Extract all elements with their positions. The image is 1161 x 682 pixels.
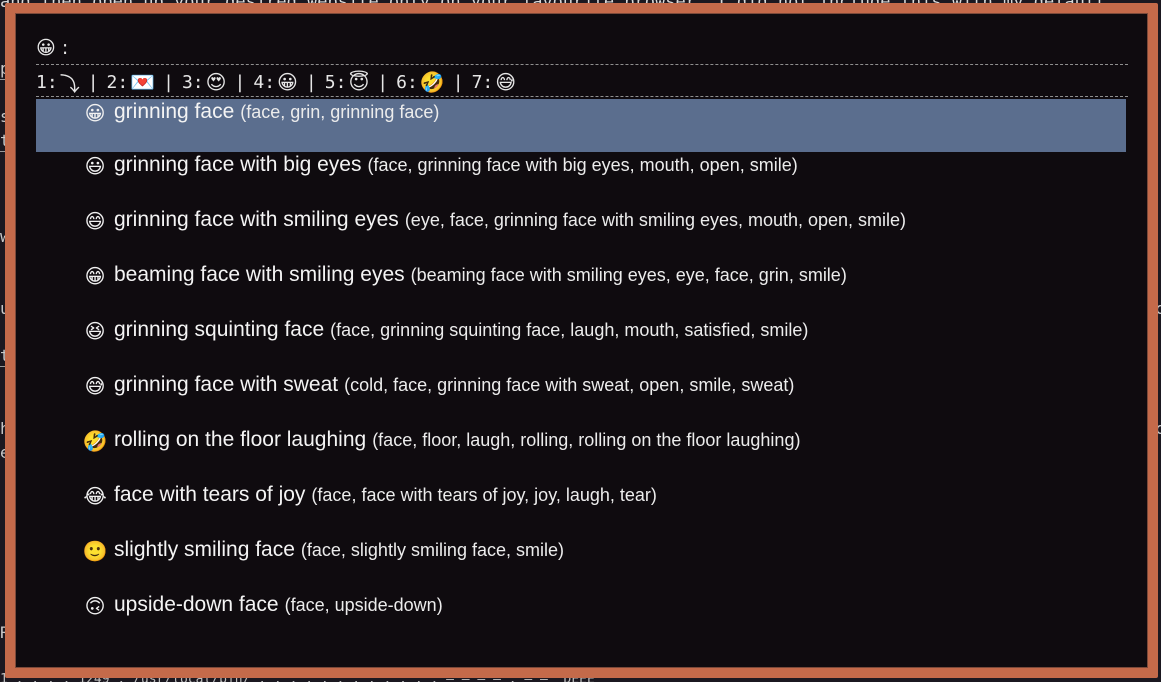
emoji-results-list: 😀 grinning face (face, grin, grinning fac… bbox=[36, 99, 1126, 647]
grinning-face-icon: 😀 bbox=[277, 70, 298, 94]
tab-category-7[interactable]: 7: 😅 bbox=[472, 70, 517, 94]
tab-number: 7: bbox=[471, 71, 494, 93]
emoji-picker-frame: 😀 : 1: ⤵ | 2: 💌 | 3: 😍 | 4: 😀 | 5: 😇 | 6… bbox=[15, 13, 1148, 668]
emoji-picker-window: 😀 : 1: ⤵ | 2: 💌 | 3: 😍 | 4: 😀 | 5: 😇 | 6… bbox=[5, 3, 1158, 678]
tears-of-joy-icon: 😂 bbox=[83, 484, 107, 508]
prompt-separator: : bbox=[61, 37, 69, 59]
emoji-name: rolling on the floor laughing bbox=[114, 428, 367, 451]
divider-top bbox=[36, 64, 1128, 65]
list-item[interactable]: 🤣 rolling on the floor laughing (face, fl… bbox=[36, 427, 1126, 482]
tab-category-4[interactable]: 4: 😀 bbox=[253, 70, 298, 94]
tab-separator: | bbox=[234, 71, 246, 93]
emoji-name: grinning face bbox=[114, 100, 235, 123]
prompt-emoji-icon: 😀 bbox=[36, 37, 56, 59]
emoji-keywords: (face, grinning squinting face, laugh, m… bbox=[330, 320, 809, 340]
tab-number: 6: bbox=[396, 71, 418, 93]
list-item[interactable]: 🙂 slightly smiling face (face, slightly s… bbox=[36, 537, 1126, 592]
category-tabs: 1: ⤵ | 2: 💌 | 3: 😍 | 4: 😀 | 5: 😇 | 6: 🤣 … bbox=[36, 68, 516, 96]
arrow-curve-down-icon: ⤵ bbox=[59, 71, 80, 96]
tab-separator: | bbox=[452, 71, 464, 93]
tab-number: 2: bbox=[106, 71, 129, 93]
emoji-keywords: (face, grin, grinning face) bbox=[240, 102, 440, 122]
emoji-name: upside-down face bbox=[114, 593, 279, 616]
tab-separator: | bbox=[87, 71, 99, 93]
tab-number: 1: bbox=[36, 71, 58, 93]
beaming-face-icon: 😁 bbox=[84, 264, 106, 288]
emoji-name: face with tears of joy bbox=[114, 483, 306, 506]
emoji-name: grinning face with smiling eyes bbox=[114, 208, 399, 231]
tab-separator: | bbox=[377, 71, 389, 93]
emoji-name: grinning face with sweat bbox=[114, 373, 339, 396]
love-letter-icon: 💌 bbox=[130, 70, 156, 94]
desktop-screen: and then open up your desired website on… bbox=[0, 0, 1161, 682]
tab-separator: | bbox=[163, 71, 174, 93]
divider-bottom bbox=[36, 96, 1128, 97]
emoji-name: slightly smiling face bbox=[114, 538, 295, 561]
emoji-keywords: (face, upside-down) bbox=[284, 595, 443, 615]
squinting-face-icon: 😆 bbox=[84, 319, 106, 343]
tab-category-2[interactable]: 2: 💌 bbox=[107, 70, 156, 94]
emoji-name: grinning squinting face bbox=[114, 318, 325, 341]
list-item[interactable]: 😀 grinning face (face, grin, grinning fac… bbox=[36, 99, 1126, 152]
emoji-name: grinning face with big eyes bbox=[114, 153, 362, 176]
emoji-name: beaming face with smiling eyes bbox=[114, 263, 405, 286]
rofl-face-icon: 🤣 bbox=[82, 429, 108, 453]
emoji-keywords: (face, grinning face with big eyes, mout… bbox=[367, 155, 798, 175]
upside-down-face-icon: 🙃 bbox=[84, 594, 106, 618]
slightly-smiling-icon: 🙂 bbox=[82, 539, 108, 563]
grinning-smiling-eyes-icon: 😄 bbox=[84, 209, 106, 233]
emoji-keywords: (beaming face with smiling eyes, eye, fa… bbox=[410, 265, 847, 285]
list-item[interactable]: 🙃 upside-down face (face, upside-down) bbox=[36, 592, 1126, 647]
search-prompt[interactable]: 😀 : bbox=[36, 36, 68, 60]
list-item[interactable]: 😅 grinning face with sweat (cold, face, g… bbox=[36, 372, 1126, 427]
grinning-face-icon: 😀 bbox=[84, 101, 106, 125]
tab-separator: | bbox=[305, 71, 317, 93]
sweat-smile-icon: 😅 bbox=[495, 70, 517, 94]
tab-category-5[interactable]: 5: 😇 bbox=[325, 70, 370, 94]
emoji-keywords: (face, face with tears of joy, joy, laug… bbox=[311, 485, 657, 505]
emoji-keywords: (face, floor, laugh, rolling, rolling on… bbox=[372, 430, 801, 450]
tab-number: 4: bbox=[253, 71, 276, 93]
list-item[interactable]: 😃 grinning face with big eyes (face, grin… bbox=[36, 152, 1126, 207]
list-item[interactable]: 😂 face with tears of joy (face, face with… bbox=[36, 482, 1126, 537]
halo-face-icon: 😇 bbox=[348, 70, 370, 94]
tab-category-6[interactable]: 6: 🤣 bbox=[396, 70, 445, 94]
emoji-keywords: (face, slightly smiling face, smile) bbox=[300, 540, 564, 560]
tab-category-3[interactable]: 3: 😍 bbox=[182, 70, 227, 94]
emoji-keywords: (eye, face, grinning face with smiling e… bbox=[404, 210, 907, 230]
tab-category-1[interactable]: 1: ⤵ bbox=[36, 68, 80, 97]
list-item[interactable]: 😆 grinning squinting face (face, grinning… bbox=[36, 317, 1126, 372]
list-item[interactable]: 😁 beaming face with smiling eyes (beaming… bbox=[36, 262, 1126, 317]
grinning-big-eyes-icon: 😃 bbox=[84, 154, 106, 178]
tab-number: 5: bbox=[324, 71, 347, 93]
list-item[interactable]: 😄 grinning face with smiling eyes (eye, f… bbox=[36, 207, 1126, 262]
emoji-keywords: (cold, face, grinning face with sweat, o… bbox=[344, 375, 795, 395]
sweat-smile-icon: 😅 bbox=[84, 374, 106, 398]
tab-number: 3: bbox=[181, 71, 204, 93]
heart-eyes-icon: 😍 bbox=[205, 70, 227, 94]
rofl-face-icon: 🤣 bbox=[419, 70, 445, 94]
